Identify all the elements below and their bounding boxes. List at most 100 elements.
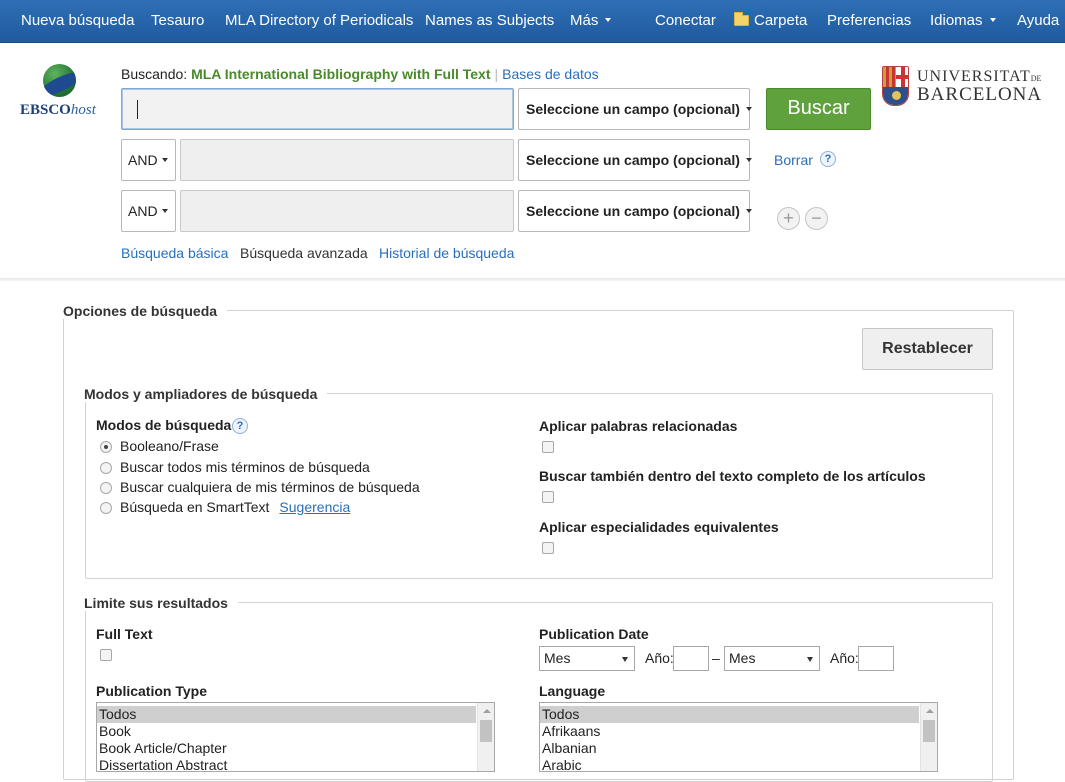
list-item[interactable]: Todos [97,706,476,723]
nav-more-label: Más [570,12,599,29]
separator: | [494,66,499,82]
chevron-down-icon [605,18,612,23]
hint-link[interactable]: Sugerencia [279,499,350,515]
chevron-down-icon [745,209,752,214]
radio-label: Buscar cualquiera de mis términos de bús… [120,479,420,495]
related-words-checkbox[interactable] [542,441,554,453]
clear-link[interactable]: Borrar [774,152,813,168]
dropdown-arrow-icon [622,657,628,662]
operator-select-2-label: AND [128,152,158,168]
scroll-thumb[interactable] [923,720,935,742]
fulltext-search-checkbox[interactable] [542,491,554,503]
radio-label: Búsqueda en SmartText [120,499,270,515]
search-input-2[interactable] [180,139,514,181]
limits-section-title: Limite sus resultados [84,595,238,611]
radio-smarttext[interactable]: Búsqueda en SmartText Sugerencia [100,499,350,515]
header-divider [0,278,1065,281]
university-name-line2: BARCELONA [917,84,1043,105]
help-icon[interactable]: ? [820,151,836,167]
search-input-3[interactable] [180,190,514,232]
field-select-2[interactable]: Seleccione un campo (opcional) [518,139,752,181]
list-item[interactable]: Book Article/Chapter [97,740,227,757]
university-name-line1-text: UNIVERSITAT [917,68,1031,85]
search-modes-section-title: Modos y ampliadores de búsqueda [84,386,328,402]
nav-thesaurus[interactable]: Tesauro [151,12,204,29]
nav-new-search[interactable]: Nueva búsqueda [21,12,134,29]
university-shield-icon [882,66,909,106]
full-text-label: Full Text [96,626,153,642]
publication-date-label: Publication Date [539,626,649,642]
nav-more-menu[interactable]: Más [570,12,612,29]
scroll-up-icon[interactable] [926,709,934,713]
radio-label: Booleano/Frase [120,438,219,454]
search-options-title: Opciones de búsqueda [63,303,228,319]
nav-mla-directory[interactable]: MLA Directory of Periodicals [225,12,413,29]
add-row-button[interactable]: + [777,207,800,230]
publication-type-label: Publication Type [96,683,207,699]
radio-icon[interactable] [100,462,112,474]
chevron-down-icon [745,107,752,112]
operator-select-2[interactable]: AND [121,139,176,181]
date-range-dash: – [712,650,720,666]
scrollbar[interactable] [920,703,937,771]
list-item[interactable]: Book [97,723,131,740]
scroll-thumb[interactable] [480,720,492,742]
scroll-up-icon[interactable] [483,709,491,713]
chevron-down-icon [989,18,996,23]
nav-help[interactable]: Ayuda [1017,12,1059,29]
chevron-down-icon [161,209,168,214]
search-input-1[interactable] [121,88,514,130]
reset-button[interactable]: Restablecer [862,328,993,370]
full-text-checkbox[interactable] [100,649,112,661]
logo-brand: EBSCO [20,102,71,118]
field-select-1[interactable]: Seleccione un campo (opcional) [518,88,752,130]
ebsco-globe-icon [43,64,76,97]
folder-icon [734,12,749,26]
equivalent-subjects-checkbox[interactable] [542,542,554,554]
nav-sign-in[interactable]: Conectar [655,12,716,29]
fulltext-search-label: Buscar también dentro del texto completo… [539,468,926,484]
basic-search-link[interactable]: Búsqueda básica [121,245,228,261]
field-select-3-label: Seleccione un campo (opcional) [526,203,740,219]
remove-row-button[interactable]: − [805,207,828,230]
field-select-2-label: Seleccione un campo (opcional) [526,152,740,168]
search-button[interactable]: Buscar [766,88,871,130]
end-year-label: Año: [830,650,859,666]
dropdown-arrow-icon [807,657,813,662]
radio-selected-icon[interactable] [100,441,112,453]
end-month-select[interactable]: Mes [724,646,820,671]
radio-any-terms[interactable]: Buscar cualquiera de mis términos de bús… [100,479,420,495]
radio-icon[interactable] [100,502,112,514]
start-year-input[interactable] [673,646,709,671]
list-item[interactable]: Albanian [540,740,597,757]
nav-folder[interactable]: Carpeta [734,12,807,29]
nav-names-as-subjects[interactable]: Names as Subjects [425,12,554,29]
start-month-value: Mes [544,650,571,666]
language-label: Language [539,683,606,699]
nav-languages-label: Idiomas [930,12,983,29]
language-listbox[interactable]: Todos Afrikaans Albanian Arabic [539,702,938,772]
chevron-down-icon [161,158,168,163]
scrollbar[interactable] [477,703,494,771]
ebscohost-wordmark: EBSCOhost [20,102,96,119]
university-name-line1-small: DE [1030,74,1042,83]
radio-boolean-phrase[interactable]: Booleano/Frase [100,438,219,454]
end-year-input[interactable] [858,646,894,671]
field-select-3[interactable]: Seleccione un campo (opcional) [518,190,752,232]
list-item[interactable]: Todos [540,706,919,723]
radio-all-terms[interactable]: Buscar todos mis términos de búsqueda [100,459,370,475]
start-month-select[interactable]: Mes [539,646,635,671]
publication-type-listbox[interactable]: Todos Book Book Article/Chapter Disserta… [96,702,495,772]
operator-select-3-label: AND [128,203,158,219]
radio-icon[interactable] [100,482,112,494]
list-item[interactable]: Afrikaans [540,723,600,740]
databases-link[interactable]: Bases de datos [502,66,599,82]
help-icon[interactable]: ? [232,418,248,434]
logo-brand-suffix: host [70,102,96,118]
searching-label: Buscando: [121,66,188,82]
operator-select-3[interactable]: AND [121,190,176,232]
search-history-link[interactable]: Historial de búsqueda [379,245,514,261]
nav-languages-menu[interactable]: Idiomas [930,12,996,29]
searching-line: Buscando: MLA International Bibliography… [121,66,599,82]
nav-preferences[interactable]: Preferencias [827,12,911,29]
